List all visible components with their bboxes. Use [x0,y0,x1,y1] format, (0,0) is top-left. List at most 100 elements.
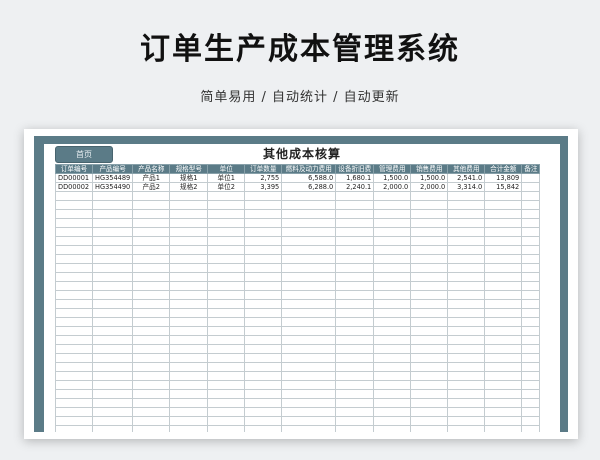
empty-cell[interactable] [521,245,541,255]
empty-cell[interactable] [244,335,283,345]
empty-cell[interactable] [55,227,93,237]
empty-cell[interactable] [207,425,246,432]
empty-cell[interactable] [244,317,283,327]
empty-cell[interactable] [55,362,93,372]
empty-cell[interactable] [447,425,486,432]
empty-cell[interactable] [484,272,523,282]
empty-cell[interactable] [521,308,541,318]
empty-cell[interactable] [447,281,486,291]
empty-cell[interactable] [373,425,412,432]
table-cell[interactable]: 2,541.0 [447,173,486,183]
empty-cell[interactable] [373,389,412,399]
empty-cell[interactable] [521,398,541,408]
empty-cell[interactable] [244,245,283,255]
empty-cell[interactable] [484,209,523,219]
empty-cell[interactable] [447,272,486,282]
empty-cell[interactable] [207,380,246,390]
empty-cell[interactable] [91,362,134,372]
empty-cell[interactable] [91,200,134,210]
empty-cell[interactable] [410,236,449,246]
empty-cell[interactable] [132,380,171,390]
empty-cell[interactable] [521,209,541,219]
empty-cell[interactable] [447,371,486,381]
table-cell[interactable]: 2,000.0 [373,182,412,192]
empty-cell[interactable] [207,371,246,381]
empty-cell[interactable] [132,317,171,327]
empty-cell[interactable] [410,407,449,417]
empty-cell[interactable] [410,371,449,381]
empty-cell[interactable] [55,200,93,210]
empty-cell[interactable] [55,209,93,219]
empty-cell[interactable] [281,200,337,210]
empty-cell[interactable] [335,362,375,372]
empty-cell[interactable] [281,344,337,354]
empty-cell[interactable] [132,245,171,255]
empty-cell[interactable] [207,236,246,246]
empty-cell[interactable] [410,290,449,300]
empty-cell[interactable] [281,317,337,327]
empty-cell[interactable] [335,308,375,318]
empty-cell[interactable] [484,353,523,363]
empty-cell[interactable] [410,218,449,228]
empty-cell[interactable] [373,353,412,363]
empty-cell[interactable] [521,371,541,381]
empty-cell[interactable] [132,200,171,210]
empty-cell[interactable] [244,416,283,426]
empty-cell[interactable] [484,425,523,432]
table-cell[interactable]: 15,842 [484,182,523,192]
empty-cell[interactable] [207,209,246,219]
empty-cell[interactable] [335,254,375,264]
empty-cell[interactable] [410,326,449,336]
empty-cell[interactable] [410,335,449,345]
empty-cell[interactable] [55,191,93,201]
empty-cell[interactable] [55,254,93,264]
empty-cell[interactable] [484,407,523,417]
empty-cell[interactable] [373,326,412,336]
column-header[interactable]: 燃料及动力费用 [281,164,337,174]
empty-cell[interactable] [447,416,486,426]
empty-cell[interactable] [521,317,541,327]
empty-cell[interactable] [484,299,523,309]
empty-cell[interactable] [169,308,209,318]
empty-cell[interactable] [373,263,412,273]
empty-cell[interactable] [207,344,246,354]
empty-cell[interactable] [132,362,171,372]
empty-cell[interactable] [373,299,412,309]
empty-cell[interactable] [207,353,246,363]
empty-cell[interactable] [244,299,283,309]
empty-cell[interactable] [521,200,541,210]
empty-cell[interactable] [91,263,134,273]
empty-cell[interactable] [447,263,486,273]
empty-cell[interactable] [373,362,412,372]
empty-cell[interactable] [244,389,283,399]
empty-cell[interactable] [132,371,171,381]
empty-cell[interactable] [281,389,337,399]
empty-cell[interactable] [244,353,283,363]
empty-cell[interactable] [132,353,171,363]
empty-cell[interactable] [410,389,449,399]
empty-cell[interactable] [55,371,93,381]
empty-cell[interactable] [91,416,134,426]
column-header[interactable]: 合计金额 [484,164,523,174]
empty-cell[interactable] [335,227,375,237]
empty-cell[interactable] [373,200,412,210]
empty-cell[interactable] [373,344,412,354]
table-cell[interactable]: 13,809 [484,173,523,183]
empty-cell[interactable] [281,353,337,363]
column-header[interactable]: 订单数量 [244,164,283,174]
empty-cell[interactable] [132,335,171,345]
empty-cell[interactable] [410,308,449,318]
empty-cell[interactable] [484,344,523,354]
empty-cell[interactable] [484,290,523,300]
empty-cell[interactable] [244,398,283,408]
empty-cell[interactable] [244,362,283,372]
empty-cell[interactable] [410,344,449,354]
table-cell[interactable]: 2,240.1 [335,182,375,192]
empty-cell[interactable] [207,281,246,291]
column-header[interactable]: 订单编号 [55,164,93,174]
empty-cell[interactable] [484,362,523,372]
column-header[interactable]: 单位 [207,164,246,174]
empty-cell[interactable] [447,389,486,399]
empty-cell[interactable] [169,353,209,363]
empty-cell[interactable] [484,200,523,210]
